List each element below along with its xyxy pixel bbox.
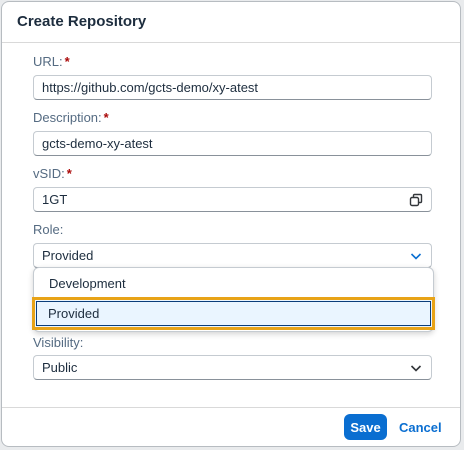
url-label-text: URL:	[33, 54, 63, 69]
vsid-label-text: vSID:	[33, 166, 65, 181]
role-option-development[interactable]: Development	[34, 268, 433, 298]
url-input[interactable]: https://github.com/gcts-demo/xy-atest	[33, 75, 432, 100]
role-label: Role:	[33, 222, 64, 237]
vsid-input[interactable]: 1GT	[33, 187, 432, 212]
role-option-provided[interactable]: Provided	[32, 297, 435, 330]
save-button[interactable]: Save	[344, 414, 387, 440]
create-repository-dialog: Create Repository URL: * https://github.c…	[1, 1, 461, 447]
chevron-down-icon[interactable]	[409, 249, 423, 263]
url-value: https://github.com/gcts-demo/xy-atest	[42, 80, 259, 95]
description-label-text: Description:	[33, 110, 102, 125]
option-label: Development	[49, 276, 126, 291]
description-label: Description: *	[33, 110, 109, 125]
value-help-icon[interactable]	[409, 193, 423, 207]
option-label: Provided	[48, 306, 100, 321]
dialog-footer: Save Cancel	[2, 407, 460, 446]
description-input[interactable]: gcts-demo-xy-atest	[33, 131, 432, 156]
vsid-value: 1GT	[42, 192, 68, 207]
url-label: URL: *	[33, 54, 70, 69]
required-marker: *	[103, 110, 109, 125]
dialog-title: Create Repository	[17, 13, 147, 30]
visibility-select[interactable]: Public	[33, 355, 432, 380]
role-value: Provided	[42, 248, 94, 263]
visibility-value: Public	[42, 360, 78, 375]
cancel-button[interactable]: Cancel	[395, 414, 446, 440]
visibility-label: Visibility:	[33, 335, 84, 350]
vsid-label: vSID: *	[33, 166, 72, 181]
required-marker: *	[64, 54, 70, 69]
chevron-down-icon[interactable]	[409, 361, 423, 375]
role-dropdown-list: Development Provided	[32, 267, 435, 332]
role-select[interactable]: Provided	[33, 243, 432, 268]
required-marker: *	[66, 166, 72, 181]
description-value: gcts-demo-xy-atest	[42, 136, 153, 151]
dialog-header: Create Repository	[2, 2, 460, 43]
